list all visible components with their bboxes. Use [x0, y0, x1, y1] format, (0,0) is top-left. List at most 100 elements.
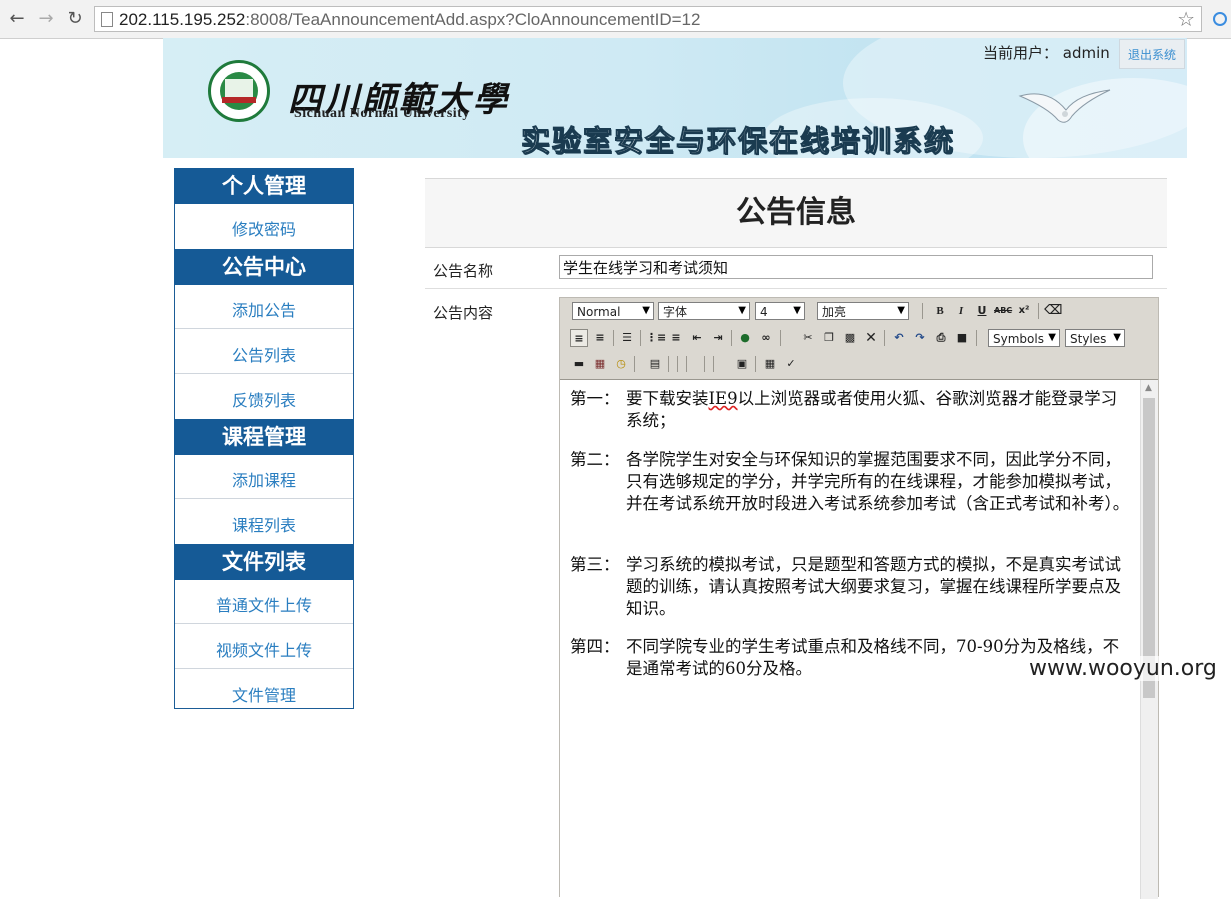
toolbar-separator	[1038, 303, 1039, 319]
delete-icon[interactable]: ✕	[862, 329, 880, 347]
sidebar-section-courses[interactable]: 课程管理	[174, 419, 354, 455]
toolbar-separator	[640, 330, 641, 346]
size-select[interactable]: 4 ▼	[755, 302, 805, 320]
paragraph-label: 第三：	[570, 555, 620, 574]
font-select[interactable]: 字体 ▼	[658, 302, 750, 320]
sidebar-item-course-list[interactable]: 课程列表	[175, 512, 353, 536]
undo-icon[interactable]: ↶	[890, 329, 908, 347]
toolbar-separator	[755, 356, 756, 372]
divider	[425, 288, 1167, 289]
justify-icon[interactable]: ☰	[618, 329, 636, 347]
unlink-icon[interactable]: ∞	[757, 329, 775, 347]
grid-icon[interactable]: ▦	[761, 355, 779, 373]
outdent-icon[interactable]: ⇤	[688, 329, 706, 347]
copy-icon[interactable]: ❐	[820, 329, 838, 347]
date-icon[interactable]: ▦	[591, 355, 609, 373]
sidebar-item-announcement-list[interactable]: 公告列表	[175, 342, 353, 366]
current-user-name: admin	[1062, 44, 1110, 62]
paragraph-text: 学习系统的模拟考试，只是题型和答题方式的模拟，不是真实考试试题的训练，请认真按照…	[626, 555, 1121, 618]
paragraph-label: 第二：	[570, 450, 620, 469]
toolbar-separator	[686, 356, 687, 372]
university-name-en: Sichuan Normal University	[294, 106, 470, 121]
spellcheck-icon[interactable]: ✓	[782, 355, 800, 373]
scroll-up-icon[interactable]: ▲	[1145, 383, 1152, 393]
horizontal-rule-icon[interactable]: ▬	[570, 355, 588, 373]
symbols-select-value: Symbols	[993, 332, 1044, 346]
print-icon[interactable]: ⎙	[932, 329, 950, 347]
sidebar-section-personal[interactable]: 个人管理	[174, 168, 354, 204]
university-seal-icon	[208, 60, 270, 122]
sidebar-item-upload-file[interactable]: 普通文件上传	[175, 592, 353, 616]
site-banner: 四川師範大學 Sichuan Normal University 实验室安全与环…	[163, 38, 1187, 158]
sidebar-item-add-announcement[interactable]: 添加公告	[175, 297, 353, 321]
page-icon	[101, 12, 113, 27]
reload-icon[interactable]: ↻	[64, 8, 86, 30]
browser-toolbar: ← → ↻ 202.115.195.252:8008/TeaAnnounceme…	[0, 0, 1231, 39]
divider	[175, 668, 353, 669]
sidebar-item-add-course[interactable]: 添加课程	[175, 467, 353, 491]
format-select[interactable]: Normal ▼	[572, 302, 654, 320]
editor-scrollbar[interactable]: ▲	[1140, 380, 1158, 899]
bullet-list-icon[interactable]: ⋮≡	[646, 329, 666, 347]
image-icon[interactable]: ▣	[733, 355, 751, 373]
extension-icon[interactable]	[1213, 12, 1227, 26]
editor-content[interactable]: 第一： 要下载安装IE9以上浏览器或者使用火狐、谷歌浏览器才能登录学习系统； 第…	[560, 379, 1158, 899]
link-icon[interactable]: ●	[736, 329, 754, 347]
cut-icon[interactable]: ✂	[799, 329, 817, 347]
redo-icon[interactable]: ↷	[911, 329, 929, 347]
toolbar-separator	[613, 330, 614, 346]
indent-icon[interactable]: ⇥	[709, 329, 727, 347]
forward-icon[interactable]: →	[35, 8, 57, 30]
superscript-icon[interactable]: x²	[1015, 302, 1033, 320]
paste-icon[interactable]: ▩	[841, 329, 859, 347]
paragraph: 第三： 学习系统的模拟考试，只是题型和答题方式的模拟，不是真实考试试题的训练，请…	[570, 554, 1130, 620]
sidebar-item-feedback-list[interactable]: 反馈列表	[175, 387, 353, 411]
align-right-icon[interactable]: ≡	[591, 329, 609, 347]
toolbar-separator	[731, 330, 732, 346]
eraser-icon[interactable]: ⌫	[1044, 302, 1062, 320]
announcement-name-input[interactable]	[559, 255, 1153, 279]
bold-icon[interactable]: B	[931, 302, 949, 320]
editor-toolbar-row: Normal ▼ 字体 ▼ 4 ▼ 加亮 ▼ B I U ABC x² ⌫	[566, 302, 1156, 324]
save-icon[interactable]: ■	[953, 329, 971, 347]
font-select-value: 字体	[663, 305, 688, 319]
toolbar-separator	[713, 356, 714, 372]
toolbar-separator	[976, 330, 977, 346]
sidebar-section-files[interactable]: 文件列表	[174, 544, 354, 580]
highlight-select[interactable]: 加亮 ▼	[817, 302, 909, 320]
divider	[175, 328, 353, 329]
paragraph: 第一： 要下载安装IE9以上浏览器或者使用火狐、谷歌浏览器才能登录学习系统；	[570, 388, 1130, 432]
address-bar[interactable]: 202.115.195.252:8008/TeaAnnouncementAdd.…	[94, 6, 1202, 32]
page-title: 公告信息	[425, 178, 1167, 248]
strikethrough-icon[interactable]: ABC	[994, 302, 1012, 320]
sidebar-item-change-password[interactable]: 修改密码	[175, 216, 353, 240]
size-select-value: 4	[760, 305, 768, 319]
paragraph-text-part: IE9	[708, 389, 738, 408]
styles-select[interactable]: Styles ▼	[1065, 329, 1125, 347]
align-left-icon[interactable]: ≡	[570, 329, 588, 347]
current-user: 当前用户： admin	[983, 42, 1110, 63]
paragraph-label: 第四：	[570, 637, 620, 656]
sidebar-section-announcements[interactable]: 公告中心	[174, 249, 354, 285]
toolbar-separator	[634, 356, 635, 372]
highlight-select-value: 加亮	[822, 305, 847, 319]
numbered-list-icon[interactable]: ≡	[667, 329, 685, 347]
divider	[175, 623, 353, 624]
paragraph-text: 要下载安装IE9以上浏览器或者使用火狐、谷歌浏览器才能登录学习系统；	[626, 388, 1130, 432]
underline-icon[interactable]: U	[973, 302, 991, 320]
bookmark-star-icon[interactable]: ☆	[1177, 7, 1195, 31]
italic-icon[interactable]: I	[952, 302, 970, 320]
table-icon[interactable]: ▤	[646, 355, 664, 373]
time-icon[interactable]: ◷	[612, 355, 630, 373]
sidebar-item-file-manage[interactable]: 文件管理	[175, 682, 353, 706]
toolbar-separator	[704, 356, 705, 372]
logout-button[interactable]: 退出系统	[1119, 39, 1185, 69]
divider	[175, 498, 353, 499]
editor-toolbar-row: ≡ ≡ ☰ ⋮≡ ≡ ⇤ ⇥ ● ∞ ✂ ❐ ▩ ✕ ↶ ↷ ⎙ ■ Symbo…	[566, 329, 1156, 351]
sidebar-item-upload-video[interactable]: 视频文件上传	[175, 637, 353, 661]
toolbar-separator	[922, 303, 923, 319]
rich-text-editor: Normal ▼ 字体 ▼ 4 ▼ 加亮 ▼ B I U ABC x² ⌫ ≡ ≡ ☰ …	[559, 297, 1159, 899]
back-icon[interactable]: ←	[6, 8, 28, 30]
scrollbar-thumb[interactable]	[1143, 398, 1155, 698]
symbols-select[interactable]: Symbols ▼	[988, 329, 1060, 347]
